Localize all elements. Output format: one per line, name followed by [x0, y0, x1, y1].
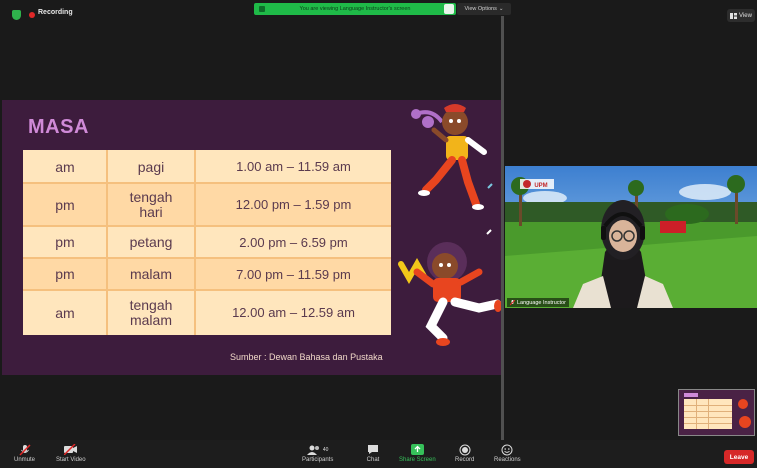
table-cell-name: malam — [129, 266, 172, 282]
viewing-screen-banner: You are viewing Language Instructor's sc… — [254, 3, 456, 15]
view-label: View — [739, 12, 752, 19]
participant-video-tile[interactable]: UPM Language Instructor — [505, 166, 757, 308]
muted-mic-icon — [510, 299, 515, 305]
participant-name: Language Instructor — [517, 299, 566, 306]
unmute-button[interactable]: Unmute — [14, 443, 35, 463]
view-options-button[interactable]: View Options ⌄ — [457, 3, 511, 15]
recording-label: Recording — [38, 9, 73, 16]
table-cell-period: pm — [55, 234, 75, 250]
start-video-button[interactable]: Start Video — [56, 443, 86, 463]
table-cell-range: 2.00 pm – 6.59 pm — [239, 234, 348, 250]
record-button[interactable]: Record — [455, 443, 474, 463]
screen-share-icon — [259, 6, 265, 12]
dancing-child-illustration — [398, 229, 501, 346]
view-button[interactable]: View — [727, 9, 755, 22]
table-cell-name: pagi — [137, 158, 165, 175]
table-cell-range: 12.00 am – 12.59 am — [232, 305, 355, 320]
leave-button[interactable]: Leave — [724, 450, 754, 464]
share-screen-button[interactable]: Share Screen — [399, 443, 436, 463]
zoom-window: Recording You are viewing Language Instr… — [0, 0, 757, 468]
security-shield-icon[interactable] — [12, 10, 21, 20]
table-cell-range: 1.00 am – 11.59 am — [236, 159, 351, 174]
table-cell-name: petang — [129, 234, 173, 250]
table-cell-range: 7.00 pm – 11.59 pm — [236, 266, 351, 282]
table-cell-name: tengah hari — [129, 188, 173, 220]
start-video-label: Start Video — [56, 457, 86, 463]
share-screen-label: Share Screen — [399, 457, 436, 463]
view-options-label: View Options — [464, 6, 497, 12]
share-screen-icon — [410, 444, 424, 455]
chat-label: Chat — [366, 457, 380, 463]
video-off-icon — [64, 444, 78, 455]
mic-muted-icon — [18, 443, 31, 456]
viewing-screen-text: You are viewing Language Instructor's sc… — [299, 6, 411, 12]
unmute-label: Unmute — [14, 457, 36, 463]
participants-label: Participants — [302, 457, 334, 463]
reactions-label: Reactions — [494, 457, 521, 463]
table-cell-period: pm — [55, 266, 75, 282]
table-cell-period: pm — [55, 196, 75, 213]
participants-button[interactable]: 40 Participants — [302, 443, 333, 463]
grid-view-icon — [730, 12, 738, 19]
participant-name-label: Language Instructor — [507, 298, 569, 307]
participants-icon — [306, 445, 319, 455]
banner-close-button[interactable] — [444, 4, 454, 14]
upm-logo-text: UPM — [534, 183, 547, 189]
self-view-thumbnail[interactable] — [678, 389, 755, 436]
split-view-divider[interactable] — [501, 16, 504, 440]
reactions-button[interactable]: Reactions — [494, 443, 521, 463]
recording-icon — [29, 12, 35, 18]
table-cell-period: am — [55, 304, 75, 321]
time-table: am pagi 1.00 am – 11.59 am pm tengah hari… — [23, 150, 391, 335]
slide-title: MASA — [28, 116, 89, 138]
record-label: Record — [455, 457, 475, 463]
table-cell-range: 12.00 pm – 1.59 pm — [235, 197, 352, 212]
reactions-icon — [501, 444, 513, 455]
table-cell-period: am — [55, 158, 75, 175]
video-frame-background: UPM — [505, 166, 757, 308]
dancing-child-illustration — [411, 104, 493, 210]
chevron-down-icon: ⌄ — [498, 6, 504, 12]
participants-count: 40 — [322, 446, 329, 453]
table-cell-name: tengah malam — [129, 296, 173, 328]
chat-icon — [368, 445, 378, 454]
shared-slide: MASA am pagi 1.00 am – 11.59 am pm tenga… — [2, 100, 501, 375]
chat-button[interactable]: Chat — [366, 443, 380, 463]
thumbnail-preview — [679, 390, 754, 435]
meeting-toolbar: Unmute Start Video 40 Participants Chat … — [0, 440, 757, 468]
slide-source-text: Sumber : Dewan Bahasa dan Pustaka — [230, 352, 383, 362]
record-icon — [459, 444, 471, 455]
